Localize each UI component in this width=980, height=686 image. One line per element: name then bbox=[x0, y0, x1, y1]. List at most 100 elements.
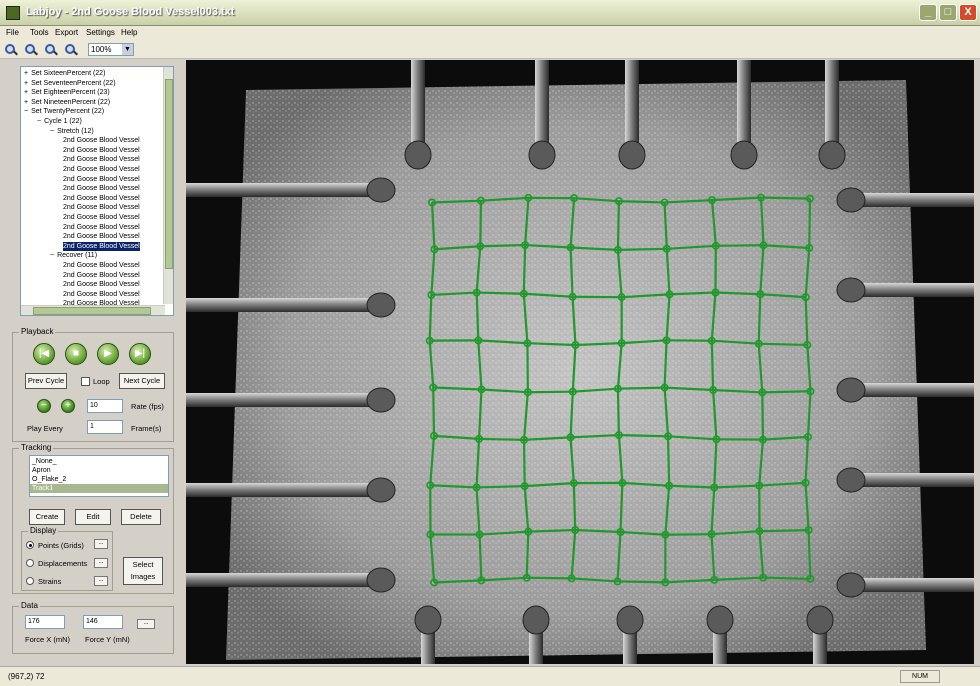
tree-item[interactable]: − Set TwentyPercent (22) bbox=[24, 107, 104, 116]
close-button[interactable]: X bbox=[959, 4, 977, 21]
tree-item[interactable]: + Set EighteenPercent (23) bbox=[24, 88, 110, 97]
force-y-label: Force Y (mN) bbox=[85, 635, 130, 644]
tree-expander-icon[interactable]: + bbox=[24, 99, 28, 106]
points-options-button[interactable]: ... bbox=[94, 539, 108, 549]
tree-item-label: Set SeventeenPercent (22) bbox=[31, 79, 116, 87]
skip-back-button[interactable]: |◀ bbox=[33, 343, 55, 365]
tracking-item-track1[interactable]: Track1 bbox=[30, 484, 168, 493]
tree-item-label: Set NineteenPercent (22) bbox=[31, 98, 111, 106]
tree-item[interactable]: − Stretch (12) bbox=[50, 127, 94, 136]
toolbar: 100% ▼ bbox=[0, 41, 980, 59]
tree-item[interactable]: 2nd Goose Blood Vessel bbox=[63, 175, 140, 184]
tracking-item-none[interactable]: _None_ bbox=[32, 457, 168, 466]
menu-tools[interactable]: Tools bbox=[30, 28, 49, 37]
skip-forward-button[interactable]: ▶| bbox=[129, 343, 151, 365]
tree-item[interactable]: 2nd Goose Blood Vessel bbox=[63, 165, 140, 174]
tree-item[interactable]: 2nd Goose Blood Vessel bbox=[63, 232, 140, 241]
tree-item[interactable]: − Cycle 1 (22) bbox=[37, 117, 82, 126]
rate-increase-button[interactable]: + bbox=[61, 399, 75, 413]
tree-item[interactable]: 2nd Goose Blood Vessel bbox=[63, 194, 140, 203]
tree-item[interactable]: − Recover (11) bbox=[50, 251, 97, 260]
tree-item[interactable]: 2nd Goose Blood Vessel bbox=[63, 280, 140, 289]
tissue-image[interactable] bbox=[186, 60, 974, 664]
tree-expander-icon[interactable]: + bbox=[24, 70, 28, 77]
tree-vertical-scrollbar[interactable] bbox=[163, 67, 173, 304]
strains-options-button[interactable]: ... bbox=[94, 576, 108, 586]
tree-expander-icon[interactable]: + bbox=[24, 89, 28, 96]
select-images-button[interactable]: Select Images bbox=[123, 557, 163, 585]
rate-input[interactable]: 10 bbox=[87, 399, 123, 413]
title-bar: Labjoy - 2nd Goose Blood Vessel003.txt _… bbox=[0, 0, 980, 26]
minimize-button[interactable]: _ bbox=[919, 4, 937, 21]
tree-item[interactable]: 2nd Goose Blood Vessel bbox=[63, 203, 140, 212]
menu-settings[interactable]: Settings bbox=[86, 28, 115, 37]
tree-item[interactable]: 2nd Goose Blood Vessel bbox=[63, 146, 140, 155]
rate-decrease-button[interactable]: − bbox=[37, 399, 51, 413]
prev-cycle-button[interactable]: Prev Cycle bbox=[25, 373, 67, 389]
zoom-level-select[interactable]: 100% ▼ bbox=[88, 43, 134, 56]
tree-item-label: 2nd Goose Blood Vessel bbox=[63, 204, 140, 212]
tree-expander-icon[interactable]: − bbox=[50, 128, 54, 135]
menu-help[interactable]: Help bbox=[121, 28, 137, 37]
zoom-actual-icon[interactable] bbox=[64, 43, 78, 57]
displacements-radio[interactable] bbox=[26, 559, 34, 567]
tracking-item-flake[interactable]: O_Flake_2 bbox=[32, 475, 168, 484]
zoom-out-icon[interactable] bbox=[4, 43, 18, 57]
tracking-item-apron[interactable]: Apron bbox=[32, 466, 168, 475]
tree-item-label: 2nd Goose Blood Vessel bbox=[63, 214, 140, 221]
tracking-list[interactable]: _None_ Apron O_Flake_2 Track1 bbox=[29, 455, 169, 497]
menu-export[interactable]: Export bbox=[55, 28, 78, 37]
loop-checkbox[interactable] bbox=[81, 377, 90, 386]
grid-line bbox=[617, 247, 667, 252]
menu-bar: File Tools Export Settings Help bbox=[0, 26, 980, 41]
tree-expander-icon[interactable]: − bbox=[50, 252, 54, 259]
tree-item[interactable]: + Set SixteenPercent (22) bbox=[24, 69, 105, 78]
tree-item[interactable]: + Set NineteenPercent (22) bbox=[24, 98, 110, 107]
edit-button[interactable]: Edit bbox=[75, 509, 111, 525]
tree-item[interactable]: 2nd Goose Blood Vessel bbox=[63, 155, 140, 164]
grid-line bbox=[617, 386, 665, 390]
tree-item[interactable]: 2nd Goose Blood Vessel bbox=[63, 213, 140, 222]
tree-item[interactable]: + Set SeventeenPercent (22) bbox=[24, 79, 116, 88]
tree-item[interactable]: 2nd Goose Blood Vessel bbox=[63, 241, 140, 251]
tree-item[interactable]: 2nd Goose Blood Vessel bbox=[63, 261, 140, 270]
tree-item-label: 2nd Goose Blood Vessel bbox=[63, 137, 140, 145]
hook-pin-right-head bbox=[836, 572, 866, 598]
maximize-button[interactable]: □ bbox=[939, 4, 957, 21]
hook-pin-right-head bbox=[836, 377, 866, 403]
create-button[interactable]: Create bbox=[29, 509, 65, 525]
data-group-label: Data bbox=[19, 601, 40, 610]
tree-expander-icon[interactable]: − bbox=[24, 108, 28, 115]
tree-horizontal-scrollbar[interactable] bbox=[21, 305, 165, 315]
grid-line bbox=[761, 392, 765, 440]
tree-item[interactable]: 2nd Goose Blood Vessel bbox=[63, 290, 140, 299]
play-button[interactable]: ▶ bbox=[97, 343, 119, 365]
hook-pin-left-head bbox=[366, 292, 396, 318]
window-title: Labjoy - 2nd Goose Blood Vessel003.txt bbox=[26, 6, 235, 18]
grid-line bbox=[480, 243, 526, 248]
data-options-button[interactable]: ... bbox=[137, 619, 155, 629]
tree-item-label: 2nd Goose Blood Vessel bbox=[63, 194, 140, 202]
tree-item[interactable]: 2nd Goose Blood Vessel bbox=[63, 184, 140, 193]
image-viewer[interactable] bbox=[186, 60, 974, 664]
points-radio[interactable] bbox=[26, 541, 34, 549]
play-every-input[interactable]: 1 bbox=[87, 420, 123, 434]
menu-file[interactable]: File bbox=[6, 28, 19, 37]
tree-item[interactable]: 2nd Goose Blood Vessel bbox=[63, 223, 140, 232]
hook-pin-top-head bbox=[618, 140, 646, 170]
cursor-coordinates: (967,2) 72 bbox=[8, 672, 45, 681]
next-cycle-button[interactable]: Next Cycle bbox=[119, 373, 165, 389]
delete-button[interactable]: Delete bbox=[121, 509, 161, 525]
tree-item-label: 2nd Goose Blood Vessel bbox=[63, 271, 140, 279]
strains-radio[interactable] bbox=[26, 577, 34, 585]
tree-item[interactable]: 2nd Goose Blood Vessel bbox=[63, 136, 140, 145]
displacements-options-button[interactable]: ... bbox=[94, 558, 108, 568]
zoom-in-icon[interactable] bbox=[44, 43, 58, 57]
file-tree[interactable]: + Set SixteenPercent (22) + Set SeventeenPe… bbox=[20, 66, 174, 316]
tree-item-label: 2nd Goose Blood Vessel bbox=[63, 242, 140, 250]
tree-item[interactable]: 2nd Goose Blood Vessel bbox=[63, 271, 140, 280]
tree-expander-icon[interactable]: − bbox=[37, 118, 41, 125]
stop-button[interactable]: ■ bbox=[65, 343, 87, 365]
tree-expander-icon[interactable]: + bbox=[24, 80, 28, 87]
zoom-fit-icon[interactable] bbox=[24, 43, 38, 57]
